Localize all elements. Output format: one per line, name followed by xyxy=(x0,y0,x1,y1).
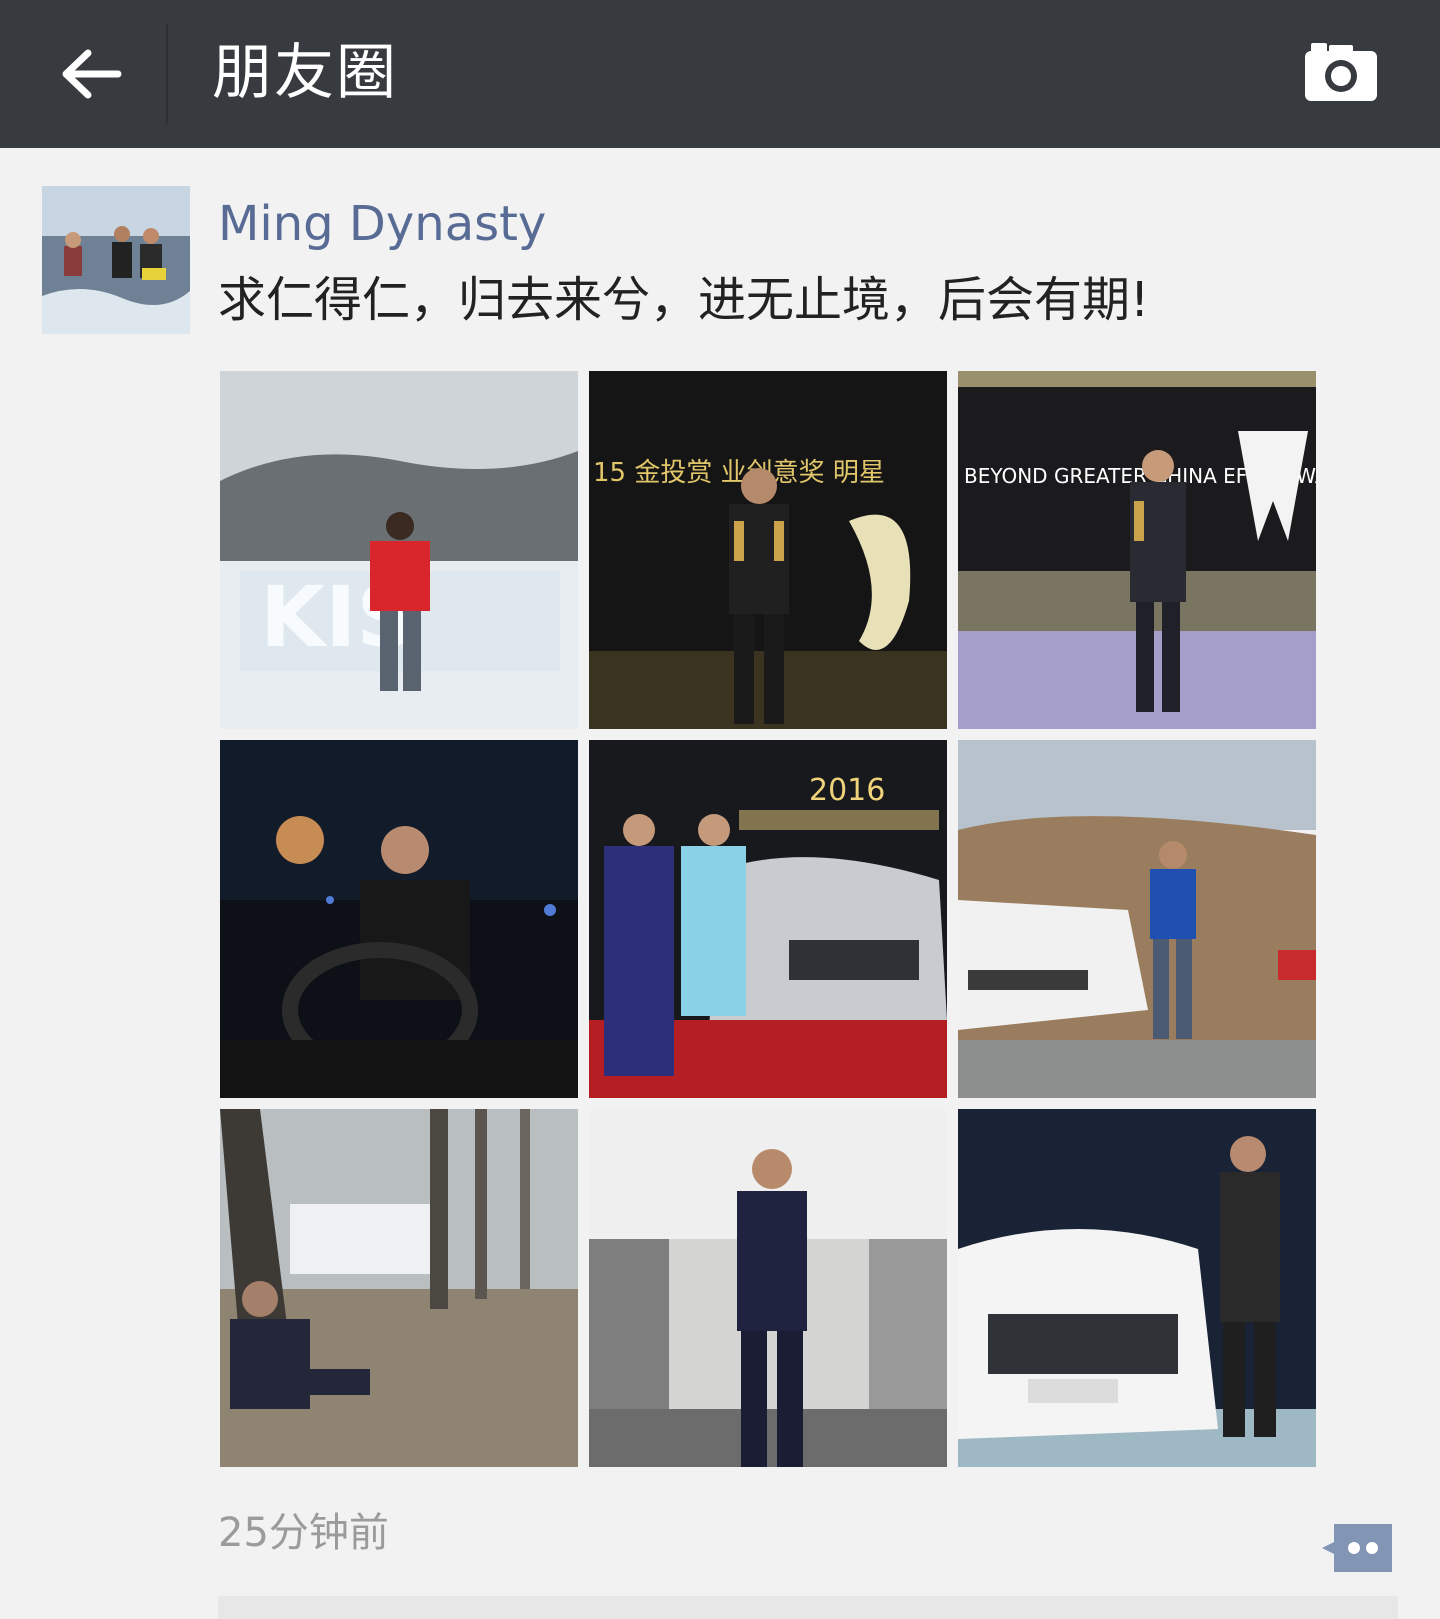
like-comment-area xyxy=(218,1596,1398,1619)
photo-grid: KIS 15 金投赏 业创意奖 明星 BEYOND GREATER CHINA … xyxy=(220,371,1320,1467)
camera-icon xyxy=(1301,39,1381,103)
header-divider xyxy=(166,24,168,124)
post-text: 求仁得仁，归去来兮，进无止境，后会有期! xyxy=(218,272,1150,328)
photo-7[interactable] xyxy=(220,1109,578,1467)
photo-6[interactable] xyxy=(958,740,1316,1098)
page-title: 朋友圈 xyxy=(212,38,398,108)
top-bar: 朋友圈 xyxy=(0,0,1440,148)
comment-button[interactable] xyxy=(1318,1518,1398,1578)
back-button[interactable] xyxy=(40,24,140,124)
post-username[interactable]: Ming Dynasty xyxy=(218,194,546,254)
photo-5[interactable]: 2016 xyxy=(589,740,947,1098)
camera-button[interactable] xyxy=(1286,26,1396,116)
photo-3[interactable]: BEYOND GREATER CHINA EFFIE AWARDS xyxy=(958,371,1316,729)
photo-5-caption: 2016 xyxy=(809,773,885,808)
photo-9[interactable] xyxy=(958,1109,1316,1467)
photo-4[interactable] xyxy=(220,740,578,1098)
avatar[interactable] xyxy=(42,186,190,334)
photo-2-caption: 15 金投赏 业创意奖 明星 xyxy=(593,458,885,488)
photo-8[interactable] xyxy=(589,1109,947,1467)
arrow-left-icon xyxy=(58,49,122,99)
comment-dots-icon xyxy=(1320,1520,1396,1576)
photo-1[interactable]: KIS xyxy=(220,371,578,729)
post-timestamp: 25分钟前 xyxy=(218,1510,389,1556)
photo-2[interactable]: 15 金投赏 业创意奖 明星 xyxy=(589,371,947,729)
